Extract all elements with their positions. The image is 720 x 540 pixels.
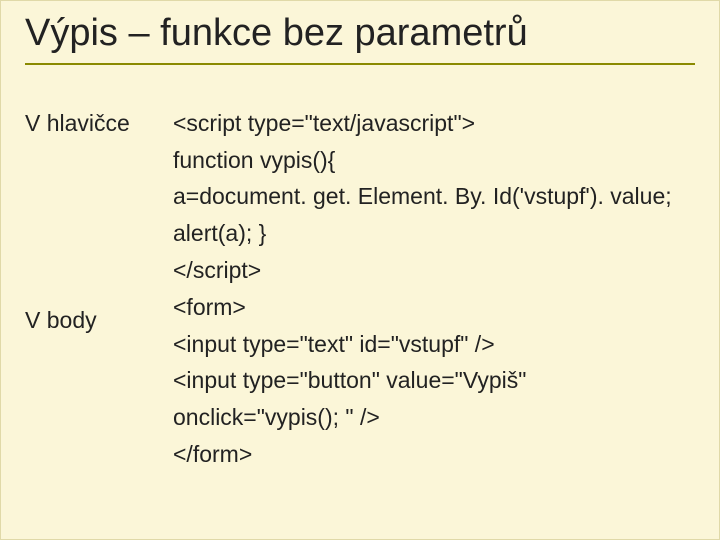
code-line-6: <form> xyxy=(173,289,695,326)
content-area: V hlavičce V body <script type="text/jav… xyxy=(25,105,695,473)
code-line-3: a=document. get. Element. By. Id('vstupf… xyxy=(173,178,695,215)
code-line-2: function vypis(){ xyxy=(173,142,695,179)
code-line-9: onclick="vypis(); " /> xyxy=(173,399,695,436)
spacer xyxy=(25,142,153,302)
code-line-10: </form> xyxy=(173,436,695,473)
slide: Výpis – funkce bez parametrů V hlavičce … xyxy=(0,0,720,540)
code-line-1: <script type="text/javascript"> xyxy=(173,105,695,142)
code-line-4: alert(a); } xyxy=(173,215,695,252)
label-head: V hlavičce xyxy=(25,105,153,142)
code-line-7: <input type="text" id="vstupf" /> xyxy=(173,326,695,363)
code-column: <script type="text/javascript"> function… xyxy=(173,105,695,473)
code-line-8: <input type="button" value="Vypiš" xyxy=(173,362,695,399)
title-container: Výpis – funkce bez parametrů xyxy=(25,1,695,65)
slide-title: Výpis – funkce bez parametrů xyxy=(25,13,695,55)
code-line-5b: ipt> xyxy=(223,257,261,283)
code-line-5: </script> xyxy=(173,252,695,289)
labels-column: V hlavičce V body xyxy=(25,105,153,473)
code-line-5a: </scr xyxy=(173,257,223,283)
label-body: V body xyxy=(25,302,153,339)
